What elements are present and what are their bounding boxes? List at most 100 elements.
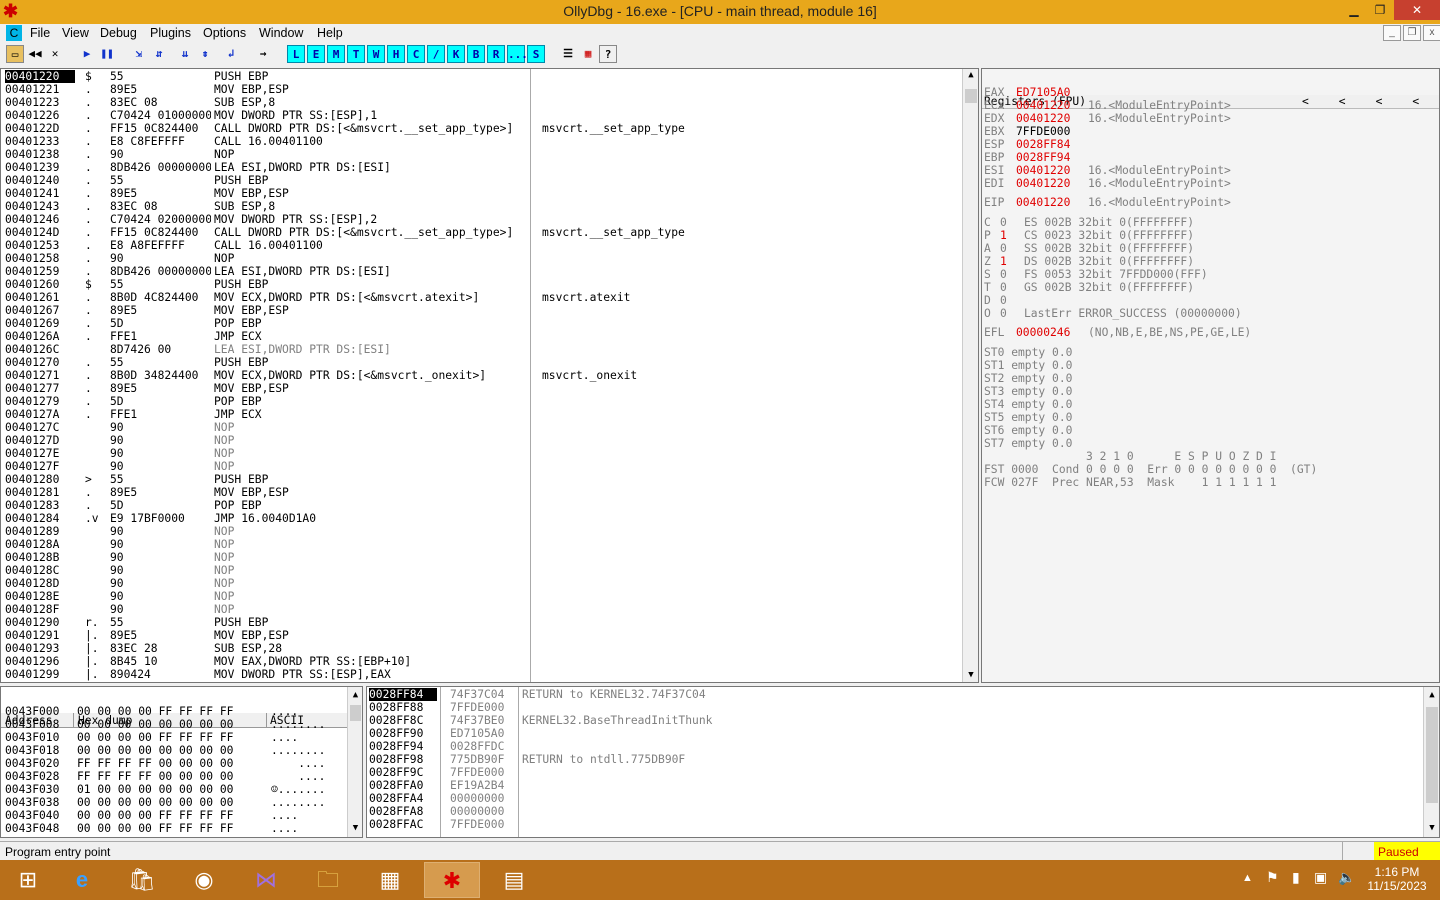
disasm-address[interactable]: 0040127A	[5, 408, 75, 421]
stack-row[interactable]: 0028FF84 74F37C04 RETURN to KERNEL32.74F37…	[369, 688, 1419, 701]
register-esp-row[interactable]: ESP 0028FF84	[984, 138, 1434, 151]
disasm-row[interactable]: 00401296 |. 8B45 10 MOV EAX,DWORD PTR SS:[E…	[5, 655, 961, 668]
disasm-row[interactable]: 0040122D. FF15 0C824400 CALL DWORD PTR DS:…	[5, 122, 961, 135]
flag-row[interactable]: Z 1 DS 002B 32bit 0(FFFFFFFF)	[984, 255, 1434, 268]
restart-icon[interactable]: ◀◀	[26, 45, 44, 63]
disasm-instruction[interactable]: JMP ECX	[214, 330, 531, 343]
flag-value[interactable]: 1	[1000, 229, 1016, 242]
dump-ascii[interactable]: ....	[271, 731, 341, 744]
disasm-row[interactable]: 00401241. 89E5 MOV EBP,ESP	[5, 187, 961, 200]
disasm-instruction[interactable]: NOP	[214, 252, 531, 265]
disasm-row[interactable]: 0040127C 90 NOP	[5, 421, 961, 434]
flag-value[interactable]: 0	[1000, 242, 1016, 255]
disasm-row[interactable]: 0040124D. FF15 0C824400 CALL DWORD PTR DS:…	[5, 226, 961, 239]
disassembly-scrollbar[interactable]: ▲ ▼	[962, 69, 978, 682]
disasm-row[interactable]: 00401260 $55 PUSH EBP	[5, 278, 961, 291]
flag-row[interactable]: D0	[984, 294, 1434, 307]
register-edx-row[interactable]: EDX 00401220 16.<ModuleEntryPoint>	[984, 112, 1434, 125]
stack-row[interactable]: 0028FF94 0028FFDC	[369, 740, 1419, 753]
disasm-address[interactable]: 00401233	[5, 135, 75, 148]
stack-row[interactable]: 0028FF9C 7FFDE000	[369, 766, 1419, 779]
fpu-register-row[interactable]: ST7 empty 0.0	[984, 437, 1434, 450]
stack-value[interactable]: 00000000	[450, 792, 516, 805]
disasm-row[interactable]: 00401284 .v E9 17BF0000 JMP 16.0040D1A0	[5, 512, 961, 525]
disasm-instruction[interactable]: JMP ECX	[214, 408, 531, 421]
disasm-address[interactable]: 0040128D	[5, 577, 75, 590]
disasm-address[interactable]: 00401267	[5, 304, 75, 317]
fpu-register-row[interactable]: ST2 empty 0.0	[984, 372, 1434, 385]
stack-address[interactable]: 0028FFA4	[369, 792, 437, 805]
disasm-address[interactable]: 00401243	[5, 200, 75, 213]
disasm-row[interactable]: 00401270. 55 PUSH EBP	[5, 356, 961, 369]
disasm-instruction[interactable]: SUB ESP,8	[214, 200, 531, 213]
app-window-icon[interactable]: ▤	[486, 862, 542, 898]
log-window-button[interactable]: L	[287, 45, 305, 63]
dump-address[interactable]: 0043F028	[5, 770, 75, 783]
mdi-minimize-icon[interactable]: _	[1383, 25, 1401, 41]
register-ebp-row[interactable]: EBP 0028FF94	[984, 151, 1434, 164]
disasm-instruction[interactable]: MOV EBP,ESP	[214, 83, 531, 96]
dump-hex[interactable]: FF FF FF FF 00 00 00 00	[77, 757, 267, 770]
disasm-instruction[interactable]: MOV DWORD PTR SS:[ESP],2	[214, 213, 531, 226]
disasm-row[interactable]: 00401271. 8B0D 34824400 MOV ECX,DWORD PTR …	[5, 369, 961, 382]
stack-scrollbar[interactable]: ▲ ▼	[1423, 687, 1439, 837]
register-eax-value[interactable]: ED7105A0	[1016, 86, 1088, 99]
disasm-instruction[interactable]: MOV DWORD PTR SS:[ESP],EAX	[214, 668, 531, 681]
stack-address[interactable]: 0028FF90	[369, 727, 437, 740]
disasm-address[interactable]: 00401240	[5, 174, 75, 187]
disasm-address[interactable]: 0040128C	[5, 564, 75, 577]
disasm-address[interactable]: 0040128B	[5, 551, 75, 564]
dump-row[interactable]: 0043F008 00 00 00 00 00 00 00 00........	[5, 718, 345, 731]
disasm-address[interactable]: 00401296	[5, 655, 75, 668]
menu-view[interactable]: View	[62, 26, 89, 40]
show-hidden-icons-icon[interactable]: ▲	[1242, 872, 1253, 884]
disasm-row[interactable]: 0040126C 8D7426 00 LEA ESI,DWORD PTR DS:[E…	[5, 343, 961, 356]
threads-button[interactable]: T	[347, 45, 365, 63]
action-center-icon[interactable]: ⚑	[1266, 869, 1279, 886]
stack-address[interactable]: 0028FF88	[369, 701, 437, 714]
fpu-register-row[interactable]: ST6 empty 0.0	[984, 424, 1434, 437]
flag-value[interactable]: 0	[1000, 268, 1016, 281]
disasm-row[interactable]: 00401281. 89E5 MOV EBP,ESP	[5, 486, 961, 499]
flag-row[interactable]: O 0 LastErr ERROR_SUCCESS (00000000)	[984, 307, 1434, 320]
dump-row[interactable]: 0043F048 00 00 00 00 FF FF FF FF....	[5, 822, 345, 835]
fpu-register-row[interactable]: ST5 empty 0.0	[984, 411, 1434, 424]
disasm-instruction[interactable]: LEA ESI,DWORD PTR DS:[ESI]	[214, 265, 531, 278]
disasm-instruction[interactable]: NOP	[214, 590, 531, 603]
disasm-instruction[interactable]: NOP	[214, 564, 531, 577]
disasm-address[interactable]: 00401261	[5, 291, 75, 304]
disasm-address[interactable]: 0040127F	[5, 460, 75, 473]
register-edi-value[interactable]: 00401220	[1016, 177, 1088, 190]
flag-row[interactable]: S 0 FS 0053 32bit 7FFDD000(FFF)	[984, 268, 1434, 281]
visual-studio-icon[interactable]: ⋈	[238, 862, 294, 898]
windows-start-icon[interactable]: ⊞	[0, 862, 56, 898]
disasm-row[interactable]: 00401243. 83EC 08 SUB ESP,8	[5, 200, 961, 213]
flag-row[interactable]: T 0 GS 002B 32bit 0(FFFFFFFF)	[984, 281, 1434, 294]
dump-ascii[interactable]: ....	[271, 770, 341, 783]
battery-icon[interactable]: ▮	[1292, 869, 1300, 886]
disasm-row[interactable]: 0040127D 90 NOP	[5, 434, 961, 447]
disasm-row[interactable]: 0040127F 90 NOP	[5, 460, 961, 473]
step-into-icon[interactable]: ⇲	[130, 45, 148, 63]
dump-address[interactable]: 0043F030	[5, 783, 75, 796]
disasm-instruction[interactable]: NOP	[214, 538, 531, 551]
store-icon[interactable]: 🛍	[114, 862, 170, 898]
handles-button[interactable]: H	[387, 45, 405, 63]
disasm-address[interactable]: 00401270	[5, 356, 75, 369]
disasm-address[interactable]: 0040127C	[5, 421, 75, 434]
source-button[interactable]: S	[527, 45, 545, 63]
grid-icon[interactable]: ▦	[579, 45, 597, 63]
dump-hex[interactable]: 00 00 00 00 FF FF FF FF	[77, 809, 267, 822]
disasm-address[interactable]: 0040124D	[5, 226, 75, 239]
dump-hex[interactable]: 00 00 00 00 FF FF FF FF	[77, 705, 267, 718]
dump-ascii[interactable]: ....	[271, 822, 341, 835]
disasm-instruction[interactable]: CALL DWORD PTR DS:[<&msvcrt.__set_app_ty…	[214, 226, 531, 239]
cpu-window-icon[interactable]: C	[6, 25, 22, 41]
dump-ascii[interactable]: ....	[271, 809, 341, 822]
disasm-instruction[interactable]: POP EBP	[214, 395, 531, 408]
dump-hex[interactable]: 00 00 00 00 FF FF FF FF	[77, 731, 267, 744]
dump-row[interactable]: 0043F010 00 00 00 00 FF FF FF FF....	[5, 731, 345, 744]
dump-hex[interactable]: 00 00 00 00 FF FF FF FF	[77, 822, 267, 835]
flag-value[interactable]: 0	[1000, 294, 1016, 307]
stack-value[interactable]: 7FFDE000	[450, 818, 516, 831]
